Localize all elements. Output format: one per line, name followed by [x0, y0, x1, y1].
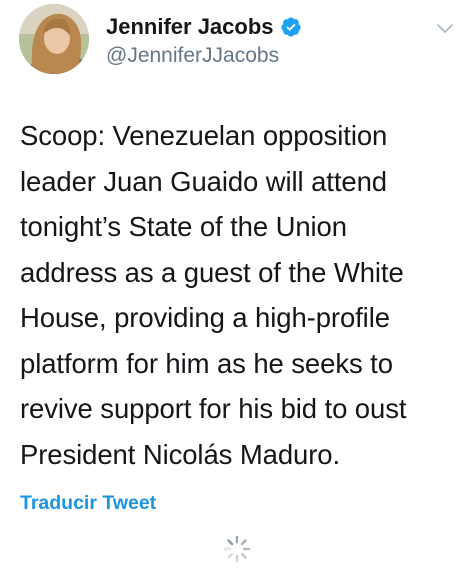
author-name-row[interactable]: Jennifer Jacobs [106, 13, 302, 41]
author-handle[interactable]: @JenniferJJacobs [106, 43, 279, 69]
loading-spinner-icon [222, 534, 252, 564]
chevron-down-icon[interactable] [436, 22, 454, 34]
tweet-line: President Nicolás Maduro. [20, 438, 341, 470]
avatar-photo [19, 4, 89, 74]
tweet-line: Scoop: Venezuelan opposition [20, 120, 388, 151]
display-name[interactable]: Jennifer Jacobs [106, 13, 274, 41]
avatar[interactable] [19, 4, 89, 74]
tweet-line: tonight’s State of the Union [20, 211, 347, 242]
translate-tweet-link[interactable]: Traducir Tweet [20, 490, 156, 516]
tweet-card: Jennifer Jacobs @JenniferJJacobs Scoop: … [0, 0, 473, 563]
verified-badge-icon [280, 16, 302, 38]
tweet-line: revive support for his bid to oust [20, 393, 407, 424]
tweet-text: Scoop: Venezuelan opposition leader Juan … [20, 113, 460, 477]
tweet-line: address as a guest of the White [20, 256, 404, 288]
tweet-line: leader Juan Guaido will attend [20, 165, 387, 197]
tweet-line: platform for him as he seeks to [20, 347, 393, 379]
tweet-line: House, providing a high-profile [20, 302, 390, 333]
